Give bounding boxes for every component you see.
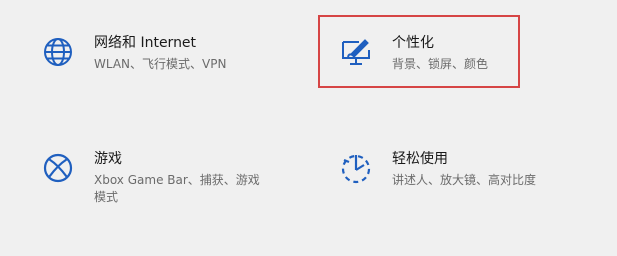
tile-description-line: 模式	[94, 190, 119, 204]
tile-title: 个性化	[392, 35, 434, 51]
xbox-icon	[40, 150, 76, 186]
tile-title: 网络和 Internet	[94, 35, 197, 51]
tile-title: 轻松使用	[392, 151, 448, 167]
tile-description: Xbox Game Bar、捕获、游戏 模式	[94, 172, 260, 206]
tile-description: 讲述人、放大镜、高对比度	[392, 173, 537, 187]
tile-personalization[interactable]: 个性化 背景、锁屏、颜色	[338, 34, 488, 73]
paintbrush-monitor-icon	[338, 34, 374, 70]
tile-title: 游戏	[94, 151, 122, 167]
tile-ease-of-access[interactable]: 轻松使用 讲述人、放大镜、高对比度	[338, 150, 536, 189]
ease-of-access-icon	[338, 150, 374, 186]
tile-description: 背景、锁屏、颜色	[392, 57, 489, 71]
settings-grid: 网络和 Internet WLAN、飞行模式、VPN 个性化 背景、锁屏、颜色	[0, 0, 617, 256]
tile-gaming[interactable]: 游戏 Xbox Game Bar、捕获、游戏 模式	[40, 150, 260, 206]
globe-icon	[40, 34, 76, 70]
tile-network-internet[interactable]: 网络和 Internet WLAN、飞行模式、VPN	[40, 34, 226, 73]
tile-description: WLAN、飞行模式、VPN	[94, 57, 227, 71]
tile-description-line: Xbox Game Bar、捕获、游戏	[94, 173, 260, 187]
